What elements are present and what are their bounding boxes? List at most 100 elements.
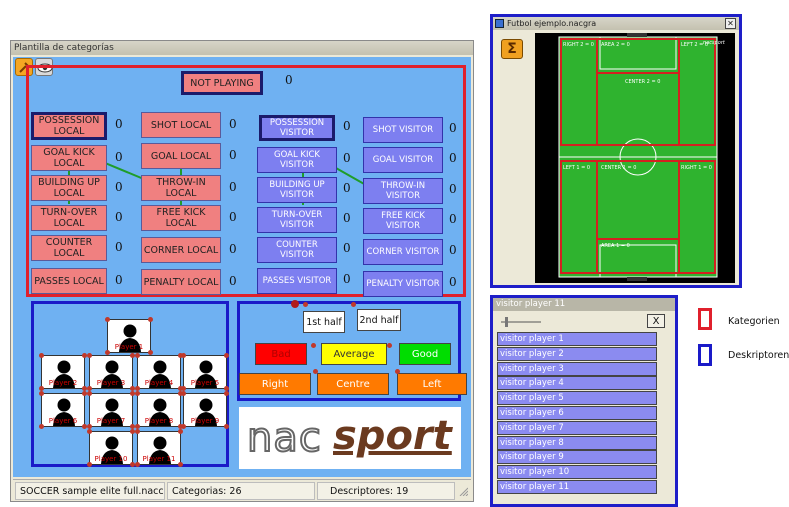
player-button[interactable]: Player 11 xyxy=(137,431,181,465)
anchor-dot xyxy=(224,424,229,429)
player-label: Player 8 xyxy=(144,417,174,425)
field-window: Futbol ejemplo.nacgra ✕ Σ nacsport RIGHT… xyxy=(493,17,739,285)
visitor-player-list-window: visitor player 11 X visitor player 1 visi… xyxy=(493,298,675,504)
soccer-pitch: nacsport RIGHT 2 = 0 AREA 2 = 0 LEFT 2 =… xyxy=(558,33,726,281)
anchor-dot xyxy=(395,369,400,374)
anchor-dot xyxy=(181,353,186,358)
anchor-dot xyxy=(39,391,44,396)
player-button[interactable]: Player 5 xyxy=(183,355,227,389)
player-button[interactable]: Player 9 xyxy=(183,393,227,427)
eval-average-button[interactable]: Average xyxy=(321,343,387,365)
anchor-dot xyxy=(181,424,186,429)
player-button[interactable]: Player 10 xyxy=(89,431,133,465)
field-window-title-text: Futbol ejemplo.nacgra xyxy=(507,19,597,28)
player-button[interactable]: Player 3 xyxy=(89,355,133,389)
player-button[interactable]: Player 8 xyxy=(137,393,181,427)
logo-suffix: sport xyxy=(333,413,452,459)
field-window-frame: Futbol ejemplo.nacgra ✕ Σ nacsport RIGHT… xyxy=(490,14,742,288)
player-label: Player 5 xyxy=(190,379,220,387)
player-button[interactable]: Player 6 xyxy=(41,393,85,427)
resize-grip-icon[interactable] xyxy=(458,486,469,497)
player-label: Player 4 xyxy=(144,379,174,387)
side-right-button[interactable]: Right xyxy=(239,373,311,395)
anchor-dot xyxy=(351,302,356,307)
anchor-dot xyxy=(105,317,110,322)
anchor-dot xyxy=(87,462,92,467)
anchor-dot xyxy=(224,353,229,358)
anchor-dot xyxy=(387,343,392,348)
anchor-dot xyxy=(135,391,140,396)
anchor-dot xyxy=(181,391,186,396)
list-item[interactable]: visitor player 4 xyxy=(497,376,657,391)
anchor-dot xyxy=(313,369,318,374)
zone-area-2[interactable]: AREA 2 = 0 xyxy=(601,42,630,48)
nacsport-logo: nac sport xyxy=(239,407,461,469)
anchor-dot xyxy=(178,429,183,434)
player-label: Player 2 xyxy=(48,379,78,387)
anchor-dot xyxy=(87,353,92,358)
side-centre-button[interactable]: Centre xyxy=(317,373,389,395)
list-item[interactable]: visitor player 1 xyxy=(497,332,657,346)
player-button[interactable]: Player 4 xyxy=(137,355,181,389)
anchor-dot xyxy=(311,343,316,348)
eval-bad-button[interactable]: Bad xyxy=(255,343,307,365)
anchor-dot xyxy=(303,302,308,307)
legend-kategorien-swatch xyxy=(698,308,712,330)
list-item[interactable]: visitor player 11 xyxy=(497,480,657,494)
anchor-dot xyxy=(148,317,153,322)
status-bar: SOCCER sample elite full.nacc Categorias… xyxy=(13,479,471,501)
legend-kategorien-label: Kategorien xyxy=(728,316,780,327)
player-button[interactable]: Player 1 xyxy=(107,319,151,353)
anchor-dot xyxy=(291,300,299,308)
list-window-frame: visitor player 11 X visitor player 1 visi… xyxy=(490,295,678,507)
list-item[interactable]: visitor player 2 xyxy=(497,346,657,361)
list-item[interactable]: visitor player 8 xyxy=(497,435,657,450)
anchor-dot xyxy=(135,462,140,467)
zone-area-1[interactable]: AREA 1 = 0 xyxy=(601,243,630,249)
anchor-dot xyxy=(39,353,44,358)
first-half-button[interactable]: 1st half xyxy=(303,311,345,333)
anchor-dot xyxy=(224,391,229,396)
list-item[interactable]: visitor player 3 xyxy=(497,361,657,376)
legend-deskriptoren-label: Deskriptoren xyxy=(728,350,789,361)
visitor-player-list: visitor player 1 visitor player 2 visitor … xyxy=(493,298,675,504)
anchor-dot xyxy=(87,391,92,396)
anchor-dot xyxy=(135,353,140,358)
zone-right-2[interactable]: RIGHT 2 = 0 xyxy=(563,42,594,48)
player-label: Player 10 xyxy=(94,455,128,463)
player-label: Player 1 xyxy=(114,343,144,351)
window-title: Plantilla de categorías xyxy=(11,41,473,55)
status-file: SOCCER sample elite full.nacc xyxy=(15,482,165,500)
player-label: Player 7 xyxy=(96,417,126,425)
logo-prefix: nac xyxy=(246,414,322,462)
eval-good-button[interactable]: Good xyxy=(399,343,451,365)
status-descriptors: Descriptores: 19 xyxy=(317,482,455,500)
field-window-title: Futbol ejemplo.nacgra ✕ xyxy=(493,17,739,30)
list-item[interactable]: visitor player 10 xyxy=(497,465,657,480)
sigma-icon[interactable]: Σ xyxy=(501,39,523,59)
second-half-button[interactable]: 2nd half xyxy=(357,309,401,331)
player-button[interactable]: Player 7 xyxy=(89,393,133,427)
list-item[interactable]: visitor player 5 xyxy=(497,391,657,406)
anchor-dot xyxy=(178,462,183,467)
status-categories: Categorias: 26 xyxy=(167,482,315,500)
side-left-button[interactable]: Left xyxy=(397,373,467,395)
zone-left-1[interactable]: LEFT 1 = 0 xyxy=(563,165,590,171)
zone-center-1[interactable]: CENTER 1 = 0 xyxy=(601,165,636,171)
anchor-dot xyxy=(135,429,140,434)
list-item[interactable]: visitor player 6 xyxy=(497,406,657,420)
zone-right-1[interactable]: RIGHT 1 = 0 xyxy=(681,165,712,171)
close-icon[interactable]: ✕ xyxy=(725,18,736,29)
legend-deskriptoren-swatch xyxy=(698,344,712,366)
anchor-dot xyxy=(39,424,44,429)
zone-left-2[interactable]: LEFT 2 = 0 xyxy=(681,42,708,48)
template-canvas: NOT PLAYING 0 POSSESSION LOCAL 0 GOAL KI… xyxy=(13,57,471,477)
pitch-background: nacsport RIGHT 2 = 0 AREA 2 = 0 LEFT 2 =… xyxy=(535,33,735,283)
player-button[interactable]: Player 2 xyxy=(41,355,85,389)
player-label: Player 11 xyxy=(142,455,176,463)
list-item[interactable]: visitor player 7 xyxy=(497,420,657,435)
list-item[interactable]: visitor player 9 xyxy=(497,450,657,465)
window-icon xyxy=(495,19,504,28)
zone-center-2[interactable]: CENTER 2 = 0 xyxy=(625,79,660,85)
player-label: Player 3 xyxy=(96,379,126,387)
